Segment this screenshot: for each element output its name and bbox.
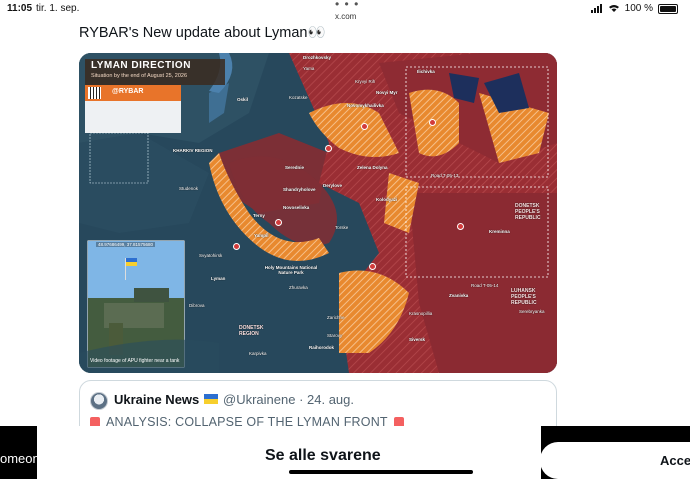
map-label: Lyman: [211, 276, 226, 281]
map-label: Studenok: [179, 186, 199, 191]
wifi-icon: [608, 5, 619, 12]
map-label: Raihorodok: [309, 345, 335, 350]
map-label: Zvanivka: [449, 293, 469, 298]
map-label: Zarichne: [327, 315, 345, 320]
map-label: Svyatohirsk: [199, 253, 223, 258]
map-legend: [85, 101, 181, 133]
map-label: LUHANSK PEOPLE'S REPUBLIC: [511, 288, 537, 306]
map-label: Shandryholove: [283, 187, 316, 192]
see-all-replies-sheet[interactable]: Se alle svarene: [37, 426, 541, 479]
screen: 11:05 tir. 1. sep. • • • x.com 100 % RYB…: [0, 0, 690, 479]
map-label: Ilichivka: [417, 69, 435, 74]
tweet-text: RYBAR's New update about Lyman👀: [79, 25, 326, 41]
map-marker: [361, 123, 368, 130]
map-marker: [457, 223, 464, 230]
inset-coordinates: 48.97686499, 37.81575680: [96, 242, 156, 247]
map-marker: [275, 219, 282, 226]
map-label: Kryvyi Rih: [355, 79, 376, 84]
avatar[interactable]: [90, 392, 108, 410]
status-date: tir. 1. sep.: [36, 3, 80, 14]
map-label: Oskil: [237, 97, 249, 102]
map-label: DONETSK PEOPLE'S REPUBLIC: [515, 203, 541, 221]
map-label: Kreminna: [489, 229, 510, 234]
map-label: Krasnopillia: [409, 311, 433, 316]
status-bar: 11:05 tir. 1. sep. • • • x.com 100 %: [0, 0, 690, 21]
map-marker: [429, 119, 436, 126]
map-label: Dibrova: [189, 303, 205, 308]
map-label: KHARKIV REGION: [173, 148, 213, 153]
qr-code-icon: [88, 87, 101, 99]
map-label: Serebryanka: [519, 309, 545, 314]
map-label: Starovy: [327, 333, 343, 338]
map-title: LYMAN DIRECTION: [91, 60, 191, 71]
map-label: Road T-05-13: [431, 173, 459, 178]
map-label: Zhuravka: [289, 285, 308, 290]
map-label: Karpivka: [249, 351, 267, 356]
map-label: Drozhkovsky: [303, 55, 332, 60]
status-time: 11:05: [7, 3, 33, 14]
battery-icon: [658, 3, 678, 14]
map-label: Siversk: [409, 337, 426, 342]
accept-cookies-button[interactable]: Acce: [540, 442, 690, 479]
map-label: Torske: [335, 225, 349, 230]
map-brand: @RYBAR: [112, 88, 144, 95]
map-image[interactable]: LYMAN DIRECTION Situation by the end of …: [79, 53, 557, 373]
map-label: Yama: [303, 66, 315, 71]
quote-handle: @Ukrainene · 24. aug.: [223, 392, 354, 407]
map-marker: [369, 263, 376, 270]
url-label[interactable]: x.com: [335, 12, 356, 21]
see-all-replies-label[interactable]: Se alle svarene: [265, 447, 381, 465]
more-dots-icon[interactable]: • • •: [335, 0, 359, 11]
quote-author-name[interactable]: Ukraine News: [114, 392, 199, 407]
map-marker: [233, 243, 240, 250]
map-label: Novomykhailivka: [347, 103, 384, 108]
map-label: Kolodyazi: [376, 197, 398, 202]
map-marker: [325, 145, 332, 152]
bottom-overlay: omeone sa... cookies? Se alle svarene Ac…: [0, 426, 690, 479]
ukraine-flag-icon: [204, 394, 218, 404]
accept-label: Acce: [660, 453, 690, 468]
map-label: DONETSK REGION: [239, 325, 264, 337]
map-label: Kozatske: [289, 95, 308, 100]
map-label: Road T-05-14: [471, 283, 499, 288]
battery-percent: 100 %: [624, 3, 653, 14]
inset-caption: Video footage of APU fighter near a tank: [90, 358, 180, 364]
map-label: Terny: [253, 213, 265, 218]
map-label: Novyi Myr: [376, 90, 398, 95]
map-subtitle: Situation by the end of August 25, 2026: [91, 73, 188, 79]
map-label: Holy Mountains National Nature Park: [264, 265, 318, 275]
map-label: Serednie: [285, 165, 305, 170]
home-indicator: [289, 470, 473, 474]
map-label: Zelena Dolyna: [357, 165, 388, 170]
map-label: Novoselivka: [283, 205, 310, 210]
signal-icon: [590, 4, 602, 13]
map-label: Derylove: [323, 183, 343, 188]
map-label: Yampil: [254, 233, 269, 238]
status-indicators: 100 %: [590, 3, 678, 14]
